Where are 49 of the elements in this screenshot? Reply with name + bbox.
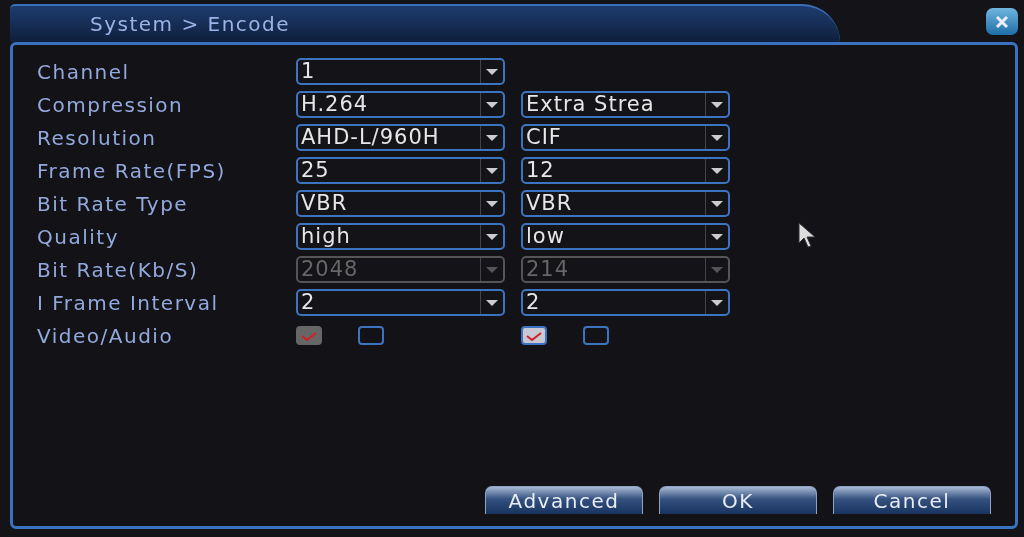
caret-icon: [486, 167, 498, 174]
close-button[interactable]: [986, 8, 1018, 35]
caret-icon: [711, 233, 723, 240]
dialog-button[interactable]: Cancel: [833, 486, 991, 514]
window-title: System > Encode: [10, 4, 840, 42]
dialog-button[interactable]: OK: [659, 486, 817, 514]
field-label: Bit Rate(Kb/S): [37, 257, 200, 282]
dropdown[interactable]: VBR: [521, 190, 730, 217]
dropdown[interactable]: 1: [296, 58, 505, 85]
field-label: Resolution: [37, 125, 158, 150]
check-icon: [301, 330, 317, 341]
dropdown[interactable]: high: [296, 223, 505, 250]
caret-icon: [711, 134, 723, 141]
dropdown[interactable]: AHD-L/960H: [296, 124, 505, 151]
caret-icon: [486, 233, 498, 240]
caret-icon: [711, 266, 723, 273]
dropdown[interactable]: 12: [521, 157, 730, 184]
dropdown[interactable]: VBR: [296, 190, 505, 217]
caret-icon: [711, 299, 723, 306]
field-label: I Frame Interval: [37, 290, 220, 315]
checkbox[interactable]: [583, 326, 609, 345]
field-label: Quality: [37, 224, 120, 249]
caret-icon: [711, 167, 723, 174]
field-label: Compression: [37, 92, 185, 117]
field-label: Channel: [37, 59, 131, 84]
dropdown[interactable]: 2: [296, 289, 505, 316]
caret-icon: [486, 266, 498, 273]
check-icon: [526, 330, 542, 341]
dropdown[interactable]: low: [521, 223, 730, 250]
caret-icon: [486, 200, 498, 207]
dropdown[interactable]: 2: [521, 289, 730, 316]
checkbox[interactable]: [358, 326, 384, 345]
field-label: Video/Audio: [37, 323, 175, 348]
caret-icon: [711, 101, 723, 108]
mouse-cursor-icon: [798, 222, 818, 248]
dropdown[interactable]: CIF: [521, 124, 730, 151]
checkbox[interactable]: [521, 326, 547, 345]
caret-icon: [486, 101, 498, 108]
close-icon: [994, 14, 1010, 29]
dialog-button[interactable]: Advanced: [485, 486, 643, 514]
dropdown[interactable]: Extra Strea: [521, 91, 730, 118]
field-label: Frame Rate(FPS): [37, 158, 227, 183]
field-label: Bit Rate Type: [37, 191, 190, 216]
caret-icon: [486, 299, 498, 306]
caret-icon: [711, 200, 723, 207]
caret-icon: [486, 134, 498, 141]
caret-icon: [486, 68, 498, 75]
dropdown[interactable]: H.264: [296, 91, 505, 118]
dropdown[interactable]: 25: [296, 157, 505, 184]
